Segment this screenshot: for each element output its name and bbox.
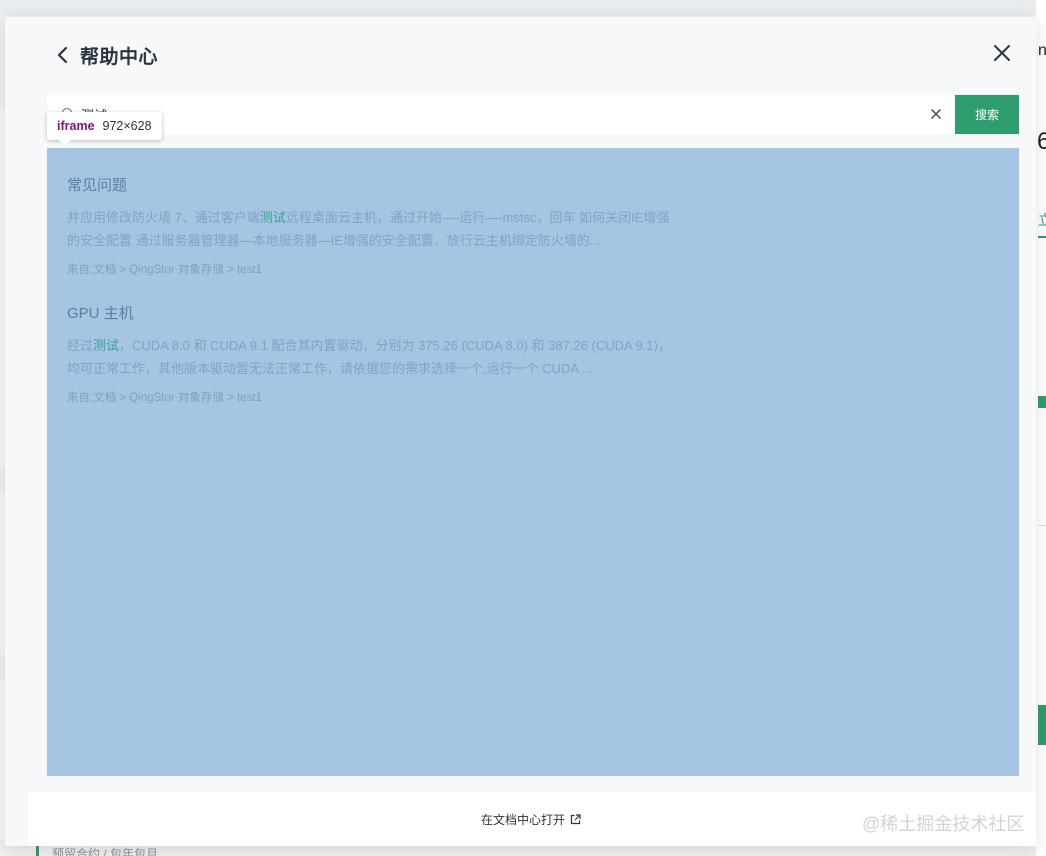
devtools-inspect-tooltip: iframe 972×628 — [47, 112, 162, 146]
search-button[interactable]: 搜索 — [955, 95, 1019, 134]
open-in-docs-link[interactable]: 在文档中心打开 — [481, 811, 581, 828]
background-divider — [1038, 525, 1046, 526]
result-snippet: 并应用修改防火墙 7、通过客户端测试远程桌面云主机，通过开始—-运行—-msts… — [67, 206, 677, 252]
result-title[interactable]: GPU 主机 — [67, 302, 687, 323]
close-icon[interactable] — [990, 41, 1014, 65]
tooltip-dims: 972×628 — [102, 119, 152, 133]
modal-title: 帮助中心 — [80, 47, 159, 68]
background-accent-block — [1038, 396, 1046, 408]
help-center-modal: 帮助中心 搜索 常见问题 并应用修改防火墙 7、通过客户端测试远程桌面云主机，通… — [5, 17, 1036, 846]
open-in-docs-label: 在文档中心打开 — [481, 813, 566, 827]
snippet-text: 经过 — [67, 338, 94, 353]
search-input[interactable] — [81, 101, 911, 116]
background-accent-block — [1038, 705, 1046, 745]
help-results-iframe: 常见问题 并应用修改防火墙 7、通过客户端测试远程桌面云主机，通过开始—-运行—… — [47, 148, 1019, 776]
snippet-keyword: 测试 — [93, 338, 120, 353]
snippet-text: 并应用修改防火墙 7、通过客户端 — [67, 210, 260, 225]
result-source: 来自:文档 > QingStor 对象存储 > test1 — [67, 264, 262, 276]
result-item: 常见问题 并应用修改防火墙 7、通过客户端测试远程桌面云主机，通过开始—-运行—… — [67, 174, 687, 277]
clear-icon[interactable] — [928, 106, 944, 122]
result-source: 来自:文档 > QingStor 对象存储 > test1 — [67, 392, 262, 404]
modal-header: 帮助中心 — [5, 17, 1036, 91]
background-fragment: 6 — [1037, 128, 1046, 155]
external-link-icon — [570, 814, 581, 825]
result-snippet: 经过测试，CUDA 8.0 和 CUDA 9.1 配合其内置驱动，分别为 375… — [67, 334, 677, 380]
result-item: GPU 主机 经过测试，CUDA 8.0 和 CUDA 9.1 配合其内置驱动，… — [67, 302, 687, 405]
snippet-keyword: 测试 — [259, 210, 286, 225]
tooltip-tag: iframe — [57, 119, 95, 133]
background-fragment: n — [1038, 42, 1046, 59]
background-bottom-bar — [36, 846, 39, 856]
chevron-left-icon[interactable] — [52, 44, 74, 66]
snippet-text: ，CUDA 8.0 和 CUDA 9.1 配合其内置驱动，分别为 375.26 … — [67, 338, 671, 376]
search-box — [47, 95, 955, 134]
watermark: @稀土掘金技术社区 — [862, 814, 1025, 834]
background-topbar — [0, 0, 1046, 16]
background-fragment: 立 — [1038, 212, 1046, 228]
background-bottom-text: 预留合约 / 包年包月 — [52, 847, 159, 856]
result-title[interactable]: 常见问题 — [67, 174, 687, 195]
background-accent-line — [1038, 236, 1046, 238]
